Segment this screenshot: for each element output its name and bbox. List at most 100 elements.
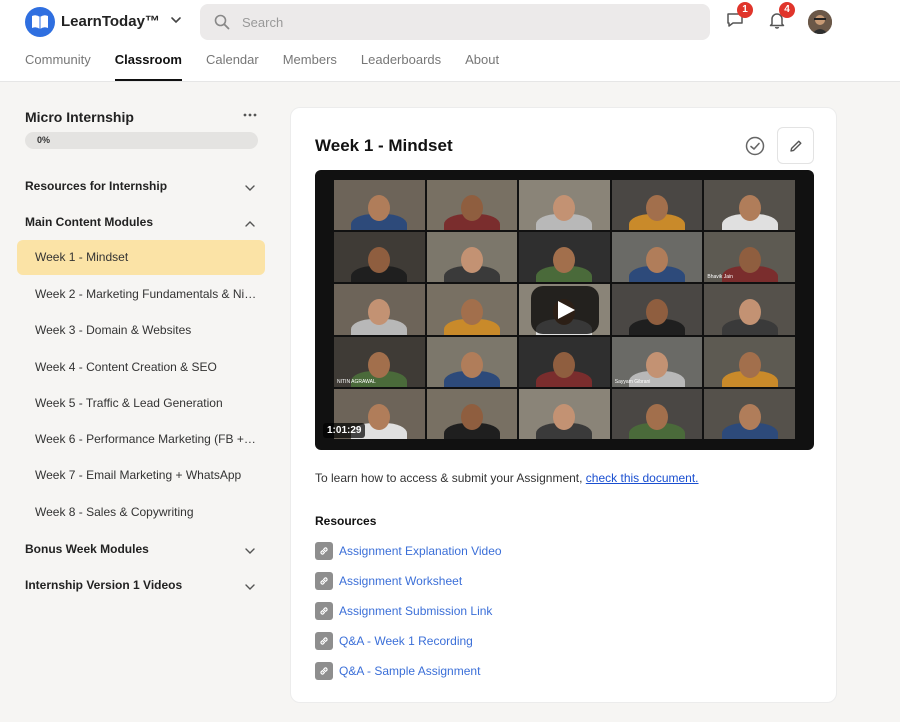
chat-button[interactable]: 1 [725,2,753,32]
module-label: Bonus Week Modules [25,542,149,556]
participant-head [460,247,483,274]
notifications-badge: 4 [779,2,795,18]
link-icon [315,662,333,680]
assignment-instructions: To learn how to access & submit your Ass… [315,471,699,485]
participant-head [738,403,761,430]
video-tile [519,180,610,231]
participant-head [368,351,391,378]
resources-heading: Resources [315,514,377,528]
link-icon [315,602,333,620]
assignment-document-link[interactable]: check this document. [586,471,699,485]
chat-badge: 1 [737,2,753,18]
video-tile [519,388,610,439]
video-tile [611,388,703,439]
edit-button[interactable] [777,127,814,164]
video-tile: Sayyam Gibrani [611,336,703,387]
participant-head [460,195,483,222]
tab-members[interactable]: Members [283,52,337,82]
play-button[interactable] [531,286,599,334]
participant-head [460,351,483,378]
participant-head [738,247,761,274]
participant-head [646,195,669,222]
course-progress-bar: 0% [25,132,258,149]
assignment-text: To learn how to access & submit your Ass… [315,471,586,485]
video-tile: Bhavik Jain [704,232,795,283]
participant-head [738,299,761,326]
video-tile [426,336,518,387]
module-label: Main Content Modules [25,215,153,229]
resource-label: Q&A - Sample Assignment [339,664,481,678]
video-tile [334,284,425,335]
link-icon [315,632,333,650]
participant-head [646,351,669,378]
chevron-down-icon [245,584,255,590]
chevron-down-icon[interactable] [169,13,183,27]
lesson-item-week-2[interactable]: Week 2 - Marketing Fundamentals & Nic... [17,277,265,312]
chevron-down-icon [245,185,255,191]
module-bonus-week[interactable]: Bonus Week Modules [25,542,258,562]
participant-head [460,403,483,430]
video-tile [611,232,703,283]
app-logo[interactable] [25,7,55,37]
participant-name: Sayyam Gibrani [614,378,651,385]
participant-head [738,351,761,378]
lesson-item-week-3[interactable]: Week 3 - Domain & Websites [17,313,265,348]
main-nav: Community Classroom Calendar Members Lea… [25,52,523,82]
participant-head [368,403,391,430]
video-tile [334,232,425,283]
video-tile [426,284,518,335]
lesson-item-week-4[interactable]: Week 4 - Content Creation & SEO [17,350,265,385]
tab-calendar[interactable]: Calendar [206,52,259,82]
app-name[interactable]: LearnToday™ [61,13,160,30]
video-tile [704,388,795,439]
mark-complete-icon[interactable] [744,135,766,157]
module-internship-v1-videos[interactable]: Internship Version 1 Videos [25,578,258,598]
video-tile [704,336,795,387]
lesson-title: Week 1 - Mindset [315,136,453,155]
video-tile [519,232,610,283]
tab-community[interactable]: Community [25,52,91,82]
video-tile [704,180,795,231]
resource-label: Q&A - Week 1 Recording [339,634,473,648]
tab-classroom[interactable]: Classroom [114,52,183,82]
lesson-item-week-1[interactable]: Week 1 - Mindset [17,240,265,275]
notifications-button[interactable]: 4 [767,2,795,32]
participant-head [646,403,669,430]
lesson-item-week-5[interactable]: Week 5 - Traffic & Lead Generation [17,386,265,421]
lesson-item-week-6[interactable]: Week 6 - Performance Marketing (FB + ... [17,422,265,457]
pencil-icon [790,140,802,152]
video-tile [519,336,610,387]
module-label: Resources for Internship [25,179,168,193]
participant-name: Bhavik Jain [707,274,733,281]
video-tile [334,180,425,231]
module-resources-for-internship[interactable]: Resources for Internship [25,179,258,199]
video-tile [704,284,795,335]
top-header: LearnToday™ 1 4 Community Classroom [0,0,900,82]
video-tile [426,180,518,231]
avatar[interactable] [808,10,832,34]
lesson-item-week-7[interactable]: Week 7 - Email Marketing + WhatsApp [17,458,265,493]
video-tile: NITIN AGRAWAL [334,336,425,387]
participant-name: NITIN AGRAWAL [337,378,376,385]
user-avatar-icon [808,10,832,34]
search-input[interactable] [242,4,692,40]
book-icon [32,15,48,29]
video-duration: 1:01:29 [323,423,366,438]
link-icon [315,572,333,590]
lesson-item-week-8[interactable]: Week 8 - Sales & Copywriting [17,495,265,530]
resource-label: Assignment Submission Link [339,604,493,618]
participant-head [738,195,761,222]
module-main-content[interactable]: Main Content Modules [25,215,258,235]
link-icon [315,542,333,560]
video-player[interactable]: Bhavik Jain NITIN AGRAWAL Sayyam Gibrani 1… [315,170,814,450]
tab-about[interactable]: About [465,52,499,82]
search-icon [214,14,230,30]
resource-label: Assignment Explanation Video [339,544,502,558]
module-label: Internship Version 1 Videos [25,578,183,592]
video-tile [611,180,703,231]
resource-label: Assignment Worksheet [339,574,463,588]
more-options-icon[interactable] [243,108,257,122]
tab-leaderboards[interactable]: Leaderboards [361,52,441,82]
video-tile [426,232,518,283]
course-title: Micro Internship [25,109,134,125]
